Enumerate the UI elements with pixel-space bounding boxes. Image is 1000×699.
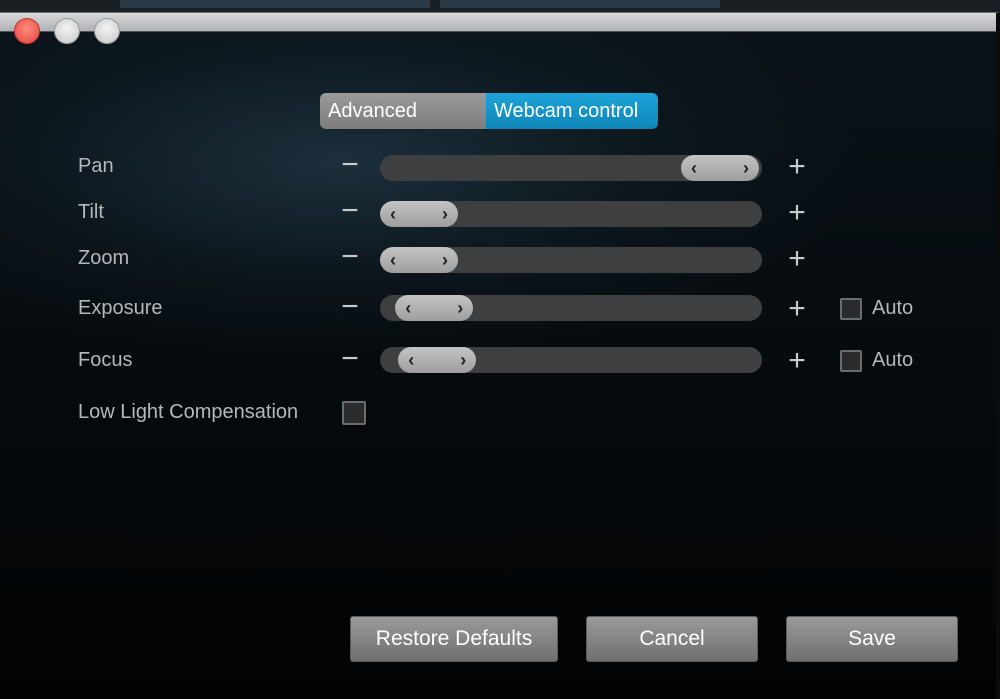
title-bar: [0, 13, 996, 32]
focus-increase-button[interactable]: +: [785, 346, 809, 376]
focus-slider[interactable]: ‹ ›: [380, 347, 762, 373]
exposure-label: Exposure: [78, 297, 163, 319]
tilt-slider-thumb[interactable]: ‹ ›: [380, 201, 458, 227]
chevron-left-icon: ‹: [390, 250, 396, 270]
chevron-left-icon: ‹: [408, 350, 415, 370]
exposure-slider-thumb[interactable]: ‹ ›: [395, 295, 474, 321]
focus-auto-checkbox[interactable]: [840, 350, 862, 372]
chevron-left-icon: ‹: [405, 298, 412, 318]
pan-increase-button[interactable]: +: [785, 152, 809, 182]
chevron-right-icon: ›: [442, 250, 448, 270]
chevron-right-icon: ›: [742, 158, 749, 178]
zoom-increase-button[interactable]: +: [785, 244, 809, 274]
tilt-slider[interactable]: ‹ ›: [380, 201, 762, 227]
exposure-decrease-button[interactable]: −: [338, 292, 362, 322]
zoom-window-button[interactable]: [94, 18, 120, 44]
zoom-slider-thumb[interactable]: ‹ ›: [380, 247, 458, 273]
focus-slider-thumb[interactable]: ‹ ›: [398, 347, 477, 373]
restore-defaults-button[interactable]: Restore Defaults: [350, 616, 558, 662]
pan-label: Pan: [78, 155, 114, 177]
webcam-settings-window: Advanced Setting Webcam control Pan − ‹ …: [0, 12, 1000, 699]
background-window-segment: [120, 0, 430, 8]
zoom-label: Zoom: [78, 247, 130, 269]
chevron-right-icon: ›: [457, 298, 464, 318]
save-button[interactable]: Save: [786, 616, 958, 662]
chevron-left-icon: ‹: [390, 204, 396, 224]
background-window-segment: [440, 0, 720, 8]
focus-decrease-button[interactable]: −: [338, 344, 362, 374]
minimize-window-button[interactable]: [54, 18, 80, 44]
chevron-right-icon: ›: [442, 204, 448, 224]
cancel-button[interactable]: Cancel: [586, 616, 758, 662]
tilt-increase-button[interactable]: +: [785, 198, 809, 228]
chevron-right-icon: ›: [460, 350, 467, 370]
pan-slider-thumb[interactable]: ‹ ›: [680, 155, 759, 181]
tilt-decrease-button[interactable]: −: [338, 196, 362, 226]
close-window-button[interactable]: [14, 18, 40, 44]
low-light-compensation-label: Low Light Compensation: [78, 401, 299, 423]
exposure-increase-button[interactable]: +: [785, 294, 809, 324]
focus-label: Focus: [78, 349, 133, 371]
exposure-auto-label: Auto: [872, 297, 914, 319]
tab-advanced-setting[interactable]: Advanced Setting: [320, 93, 486, 129]
focus-auto-label: Auto: [872, 349, 914, 371]
tab-webcam-control[interactable]: Webcam control: [486, 93, 658, 129]
pan-decrease-button[interactable]: −: [338, 150, 362, 180]
tilt-label: Tilt: [78, 201, 104, 223]
zoom-decrease-button[interactable]: −: [338, 242, 362, 272]
pan-slider[interactable]: ‹ ›: [380, 155, 762, 181]
zoom-slider[interactable]: ‹ ›: [380, 247, 762, 273]
exposure-slider[interactable]: ‹ ›: [380, 295, 762, 321]
settings-tabs: Advanced Setting Webcam control: [320, 93, 658, 129]
exposure-auto-checkbox[interactable]: [840, 298, 862, 320]
chevron-left-icon: ‹: [690, 158, 697, 178]
low-light-compensation-checkbox[interactable]: [342, 401, 366, 425]
